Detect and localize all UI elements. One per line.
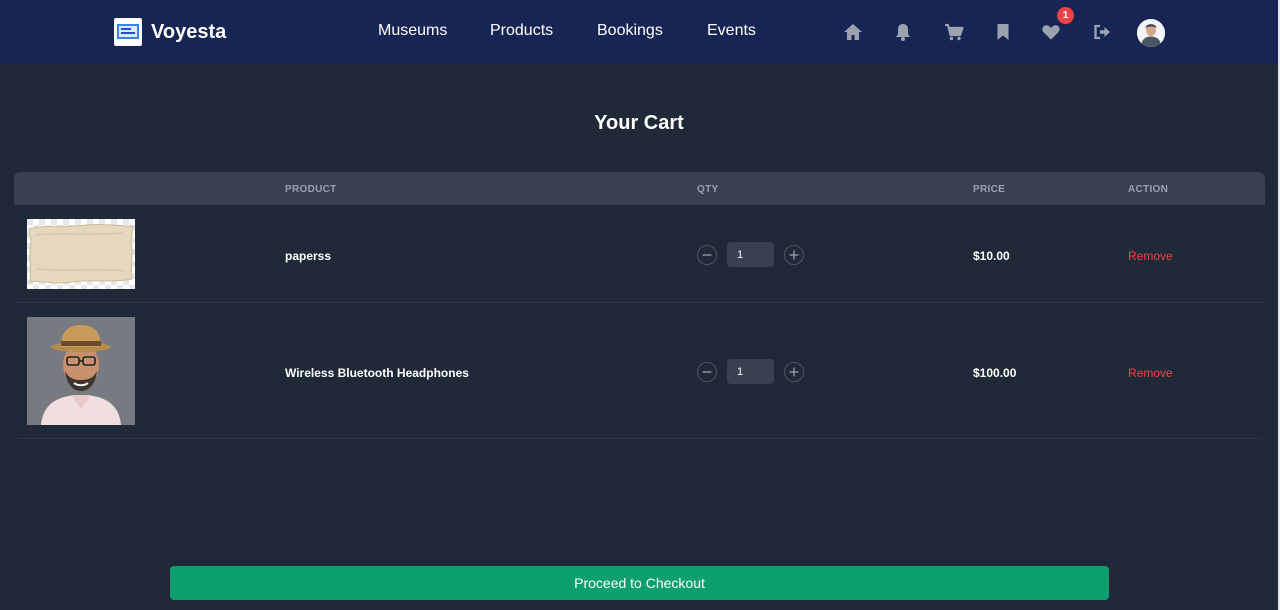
column-header-action: ACTION <box>1128 184 1169 195</box>
column-header-product: PRODUCT <box>285 184 337 195</box>
decrease-quantity-button[interactable] <box>697 244 717 265</box>
user-avatar[interactable] <box>1137 19 1165 47</box>
brand-name: Voyesta <box>151 20 227 43</box>
product-name: Wireless Bluetooth Headphones <box>285 366 469 380</box>
remove-button[interactable]: Remove <box>1128 249 1173 263</box>
product-price: $10.00 <box>973 249 1010 263</box>
minus-icon <box>702 253 712 256</box>
table-row: Wireless Bluetooth Headphones $100.00 Re… <box>14 303 1265 439</box>
nav-link-bookings[interactable]: Bookings <box>597 22 663 40</box>
page-title: Your Cart <box>594 112 684 134</box>
cart-icon[interactable] <box>944 22 964 42</box>
quantity-stepper <box>697 359 804 384</box>
heart-icon[interactable] <box>1041 22 1061 42</box>
increase-quantity-button[interactable] <box>784 361 804 382</box>
column-header-qty: QTY <box>697 184 719 195</box>
wishlist-count-badge: 1 <box>1057 7 1074 24</box>
product-image <box>27 219 135 289</box>
checkout-button[interactable]: Proceed to Checkout <box>170 566 1109 600</box>
minus-icon <box>702 370 712 373</box>
home-icon[interactable] <box>843 22 863 42</box>
quantity-input[interactable] <box>727 359 774 384</box>
quantity-stepper <box>697 242 804 267</box>
brand-logo <box>114 18 142 46</box>
plus-icon <box>789 250 799 259</box>
nav-link-events[interactable]: Events <box>707 22 756 40</box>
bell-icon[interactable] <box>893 22 913 42</box>
decrease-quantity-button[interactable] <box>697 361 717 382</box>
top-navbar: Voyesta Museums Products Bookings Events… <box>0 0 1278 64</box>
column-header-price: PRICE <box>973 184 1006 195</box>
remove-button[interactable]: Remove <box>1128 366 1173 380</box>
table-header: PRODUCT QTY PRICE ACTION <box>14 172 1265 205</box>
increase-quantity-button[interactable] <box>784 244 804 265</box>
brand[interactable]: Voyesta <box>114 18 226 46</box>
bookmark-icon[interactable] <box>993 22 1013 42</box>
logout-icon[interactable] <box>1092 22 1112 42</box>
table-row: paperss $10.00 Remove <box>14 205 1265 303</box>
nav-link-museums[interactable]: Museums <box>378 22 447 40</box>
nav-link-products[interactable]: Products <box>490 22 553 40</box>
product-name: paperss <box>285 249 332 263</box>
cart-table: PRODUCT QTY PRICE ACTION paperss 1 $10.0… <box>14 172 1265 439</box>
product-image <box>27 317 135 425</box>
plus-icon <box>789 367 799 376</box>
quantity-input[interactable] <box>727 242 774 267</box>
product-price: $100.00 <box>973 366 1017 380</box>
